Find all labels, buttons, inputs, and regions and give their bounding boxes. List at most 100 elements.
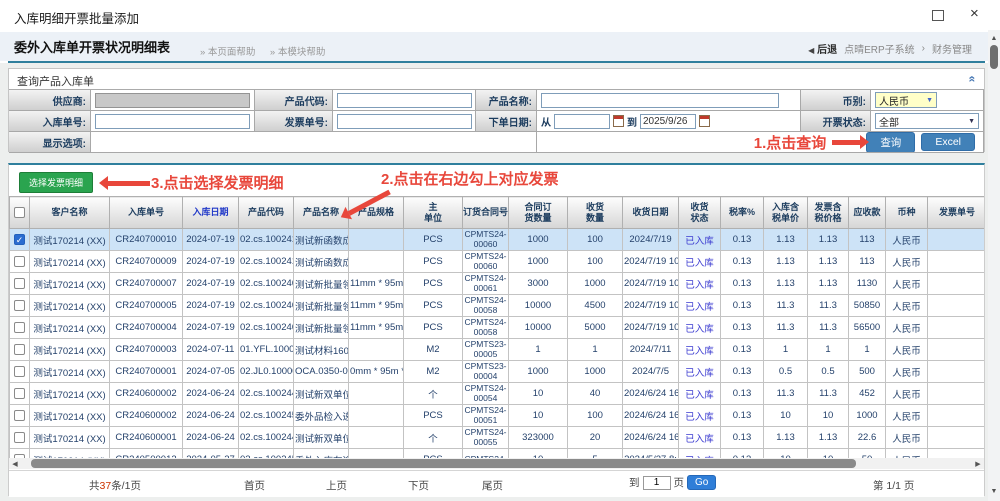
breadcrumb-system[interactable]: 点晴ERP子系统 (844, 41, 915, 56)
scroll-right-icon[interactable]: ▶ (972, 458, 984, 469)
date-to-input[interactable] (640, 114, 696, 129)
cell-status[interactable]: 已入库 (679, 317, 721, 339)
cell-status[interactable]: 已入库 (679, 273, 721, 295)
cell-tax: 0.13 (721, 405, 764, 427)
data-table-wrapper: 客户名称入库单号入库日期产品代码产品名称产品规格主 单位订货合同号合同订 货数量… (9, 196, 984, 458)
col-header-in_date[interactable]: 入库日期 (183, 197, 239, 229)
cell-receivable: 1 (849, 339, 886, 361)
cell-status[interactable]: 已入库 (679, 295, 721, 317)
cell-product_code: 02.JL0.10000 (239, 361, 294, 383)
cell-status[interactable]: 已入库 (679, 251, 721, 273)
cell-order_no: CR240700010 (110, 229, 183, 251)
date-from-input[interactable] (554, 114, 610, 129)
cell-recv_date: 2024/6/24 16 (623, 427, 679, 449)
maximize-icon[interactable] (932, 10, 944, 21)
cell-contract_qty: 10000 (509, 317, 568, 339)
calendar-icon[interactable] (613, 115, 624, 127)
cell-contract_no: CPMTS24-00054 (463, 383, 509, 405)
cell-currency: 人民币 (886, 273, 928, 295)
cell-customer: 测试170214 (XX) (30, 405, 110, 427)
order-date-label: 下单日期: (476, 111, 537, 132)
scroll-up-icon[interactable]: ▲ (988, 32, 1000, 44)
cell-contract_no: CPMTS24-00058 (463, 317, 509, 339)
search-button[interactable]: 查询 (866, 132, 915, 153)
cell-currency: 人民币 (886, 361, 928, 383)
cell-status[interactable]: 已入库 (679, 405, 721, 427)
header-breadcrumb: ◀ 后退 点晴ERP子系统 › 财务管理 (808, 41, 972, 56)
cell-in_date: 2024-07-19 (183, 229, 239, 251)
cell-contract_no: CPMTS24-00061 (463, 273, 509, 295)
page-header: 委外入库单开票状况明细表 » 本页面帮助 » 本模块帮助 ◀ 后退 点晴ERP子… (0, 32, 988, 61)
row-checkbox[interactable] (14, 432, 25, 443)
vertical-scrollbar-thumb[interactable] (990, 45, 998, 69)
cell-status[interactable]: 已入库 (679, 361, 721, 383)
cell-status[interactable]: 已入库 (679, 383, 721, 405)
back-button[interactable]: ◀ 后退 (808, 41, 837, 56)
col-header-invoice_no: 发票单号 (928, 197, 985, 229)
collapse-panel-icon[interactable]: « (966, 76, 980, 83)
row-checkbox[interactable] (14, 300, 25, 311)
cell-inv_price: 11.3 (808, 383, 849, 405)
row-checkbox[interactable] (14, 344, 25, 355)
close-icon[interactable]: × (970, 5, 979, 22)
currency-select[interactable]: 人民币▼ (875, 92, 937, 108)
results-panel: 选择发票明细 3.点击选择发票明细 2.点击在右边勾上对应发票 客户名称入库单号… (8, 163, 985, 496)
table-row: 测试170214 (XX)CR2407000092024-07-1902.cs.… (10, 251, 985, 273)
module-help-link[interactable]: » 本模块帮助 (270, 47, 325, 58)
col-header-in_price: 入库含 税单价 (764, 197, 808, 229)
cell-status[interactable]: 已入库 (679, 229, 721, 251)
cell-receivable: 113 (849, 251, 886, 273)
horizontal-scrollbar-thumb[interactable] (31, 459, 856, 468)
page-number-input[interactable] (643, 476, 671, 490)
order-no-input[interactable] (95, 114, 250, 129)
select-invoice-detail-button[interactable]: 选择发票明细 (19, 172, 93, 193)
invoice-status-label: 开票状态: (801, 111, 871, 132)
product-name-input[interactable] (541, 93, 779, 108)
cell-invoice_no (928, 339, 985, 361)
cell-status[interactable]: 已入库 (679, 449, 721, 459)
calendar-icon[interactable] (699, 115, 710, 127)
row-checkbox[interactable] (14, 322, 25, 333)
row-checkbox[interactable] (14, 366, 25, 377)
excel-button[interactable]: Excel (921, 133, 975, 151)
cell-contract_qty: 10 (509, 383, 568, 405)
next-page-link[interactable]: 下页 (408, 478, 429, 493)
cell-status[interactable]: 已入库 (679, 339, 721, 361)
product-code-input[interactable] (337, 93, 472, 108)
scroll-left-icon[interactable]: ◀ (9, 458, 21, 469)
cell-product_code: 02.cs.100245 (239, 449, 294, 459)
breadcrumb-module[interactable]: 财务管理 (932, 41, 972, 56)
row-select-cell (10, 317, 30, 339)
select-all-checkbox[interactable] (14, 207, 25, 218)
row-checkbox[interactable] (14, 410, 25, 421)
invoice-no-input[interactable] (337, 114, 472, 129)
last-page-link[interactable]: 尾页 (482, 478, 503, 493)
table-row: 测试170214 (XX)CR2406000012024-06-2402.cs.… (10, 427, 985, 449)
cell-order_no: CR240600002 (110, 383, 183, 405)
scroll-down-icon[interactable]: ▼ (988, 485, 1000, 497)
prev-page-link[interactable]: 上页 (326, 478, 347, 493)
cell-unit: 个 (404, 383, 463, 405)
cell-inv_price: 1 (808, 339, 849, 361)
cell-product_code: 02.cs.100246 (239, 295, 294, 317)
cell-tax: 0.13 (721, 449, 764, 459)
cell-status[interactable]: 已入库 (679, 427, 721, 449)
row-checkbox[interactable] (14, 388, 25, 399)
row-checkbox[interactable]: ✓ (14, 234, 25, 245)
cell-tax: 0.13 (721, 339, 764, 361)
cell-recv_qty: 40 (568, 383, 623, 405)
cell-tax: 0.13 (721, 427, 764, 449)
page-help-link[interactable]: » 本页面帮助 (200, 47, 255, 58)
row-checkbox[interactable] (14, 278, 25, 289)
go-button[interactable]: Go (687, 475, 716, 490)
supplier-label: 供应商: (9, 90, 91, 111)
pagination-bar: 共37条/1页 首页 上页 下页 尾页 到 页 Go 第 1/1 页 (9, 470, 984, 497)
row-checkbox[interactable] (14, 256, 25, 267)
cell-spec (349, 405, 404, 427)
cell-product_code: 02.cs.100241 (239, 229, 294, 251)
cell-tax: 0.13 (721, 383, 764, 405)
invoice-status-select[interactable]: 全部▼ (875, 113, 979, 129)
first-page-link[interactable]: 首页 (244, 478, 265, 493)
cell-contract_no: CPMTS24-00060 (463, 251, 509, 273)
cell-order_no: CR240700003 (110, 339, 183, 361)
